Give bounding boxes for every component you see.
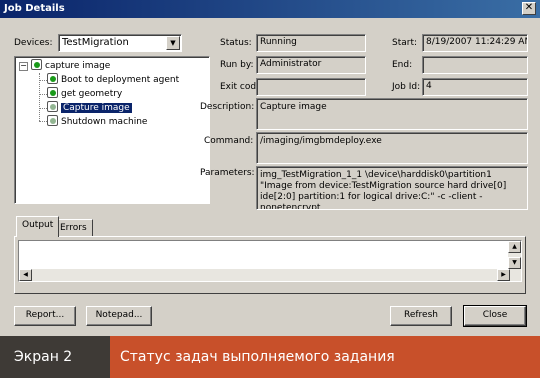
task-complete-icon [31,59,42,70]
tree-item-label: Shutdown machine [61,117,148,127]
notepad-button[interactable]: Notepad... [86,306,152,326]
parameters-label: Parameters: [200,168,255,178]
tree-connector [39,121,47,122]
close-icon: ✕ [524,2,534,13]
description-value: Capture image [260,102,327,112]
runby-value: Administrator [260,59,322,69]
jobid-value: 4 [426,81,432,91]
devices-select[interactable]: TestMigration ▼ [58,34,182,52]
task-complete-icon [47,73,58,84]
tree-item-capture[interactable]: Capture image [47,101,132,115]
scroll-up-icon[interactable]: ▲ [508,241,521,253]
tree-item-label: Capture image [61,103,132,113]
tab-errors[interactable]: Errors [54,219,93,237]
runby-field: Administrator [256,56,366,74]
status-value: Running [260,37,297,47]
caption-screen-number: Экран 2 [0,336,110,378]
task-tree[interactable]: − capture image Boot to deployment agent… [14,56,210,204]
command-value: /imaging/imgbmdeploy.exe [260,136,382,146]
tab-errors-label: Errors [60,223,87,233]
close-button-label: Close [482,310,508,320]
description-label: Description: [200,102,255,112]
caption-text: Статус задач выполняемого задания [110,336,540,378]
output-textarea[interactable]: ▲ ▼ ◀ ▶ [18,240,522,282]
jobid-field: 4 [422,78,528,96]
exitcode-field [256,78,366,96]
command-field: /imaging/imgbmdeploy.exe [256,132,528,164]
scroll-left-icon[interactable]: ◀ [19,269,32,281]
tree-root[interactable]: capture image [31,59,110,73]
task-complete-icon [47,87,58,98]
close-button[interactable]: Close [463,305,527,327]
start-label: Start: [392,38,418,48]
tree-item-shutdown[interactable]: Shutdown machine [47,115,147,129]
refresh-button-label: Refresh [404,310,438,320]
tab-output[interactable]: Output [16,216,60,237]
tree-root-label: capture image [45,61,111,71]
window-titlebar: Job Details ✕ [0,0,540,18]
parameters-value: img_TestMigration_1_1 \device\harddisk0\… [260,170,507,210]
start-field: 8/19/2007 11:24:29 AM [422,34,528,52]
scroll-right-icon[interactable]: ▶ [497,269,510,281]
tree-item-geometry[interactable]: get geometry [47,87,122,101]
status-label: Status: [220,38,252,48]
tree-collapse-icon[interactable]: − [19,62,28,71]
runby-label: Run by: [220,60,254,70]
tab-output-label: Output [22,220,54,230]
report-button-label: Report... [25,310,65,320]
description-field: Capture image [256,98,528,130]
notepad-button-label: Notepad... [95,310,143,320]
task-pending-icon [47,115,58,126]
caption-screen-label: Экран 2 [14,349,73,365]
scroll-down-icon[interactable]: ▼ [508,257,521,269]
tree-item-label: get geometry [61,89,123,99]
tree-connector [39,108,47,109]
jobid-label: Job Id: [392,82,421,92]
window-close-button[interactable]: ✕ [522,2,536,15]
tree-connector [39,94,47,95]
horizontal-scrollbar[interactable]: ◀ ▶ [19,269,510,281]
command-label: Command: [204,136,254,146]
devices-selected-value: TestMigration [62,37,129,48]
refresh-button[interactable]: Refresh [390,306,452,326]
end-label: End: [392,60,413,70]
end-field [422,56,528,74]
status-field: Running [256,34,366,52]
window-title: Job Details [4,3,65,14]
report-button[interactable]: Report... [14,306,76,326]
start-value: 8/19/2007 11:24:29 AM [426,37,528,47]
task-running-icon [47,101,58,112]
chevron-down-icon[interactable]: ▼ [166,36,180,50]
tree-connector [39,80,47,81]
tree-item-boot[interactable]: Boot to deployment agent [47,73,179,87]
parameters-field: img_TestMigration_1_1 \device\harddisk0\… [256,166,528,210]
caption-text-label: Статус задач выполняемого задания [120,349,395,365]
devices-label: Devices: [14,38,53,48]
tree-item-label: Boot to deployment agent [61,75,180,85]
